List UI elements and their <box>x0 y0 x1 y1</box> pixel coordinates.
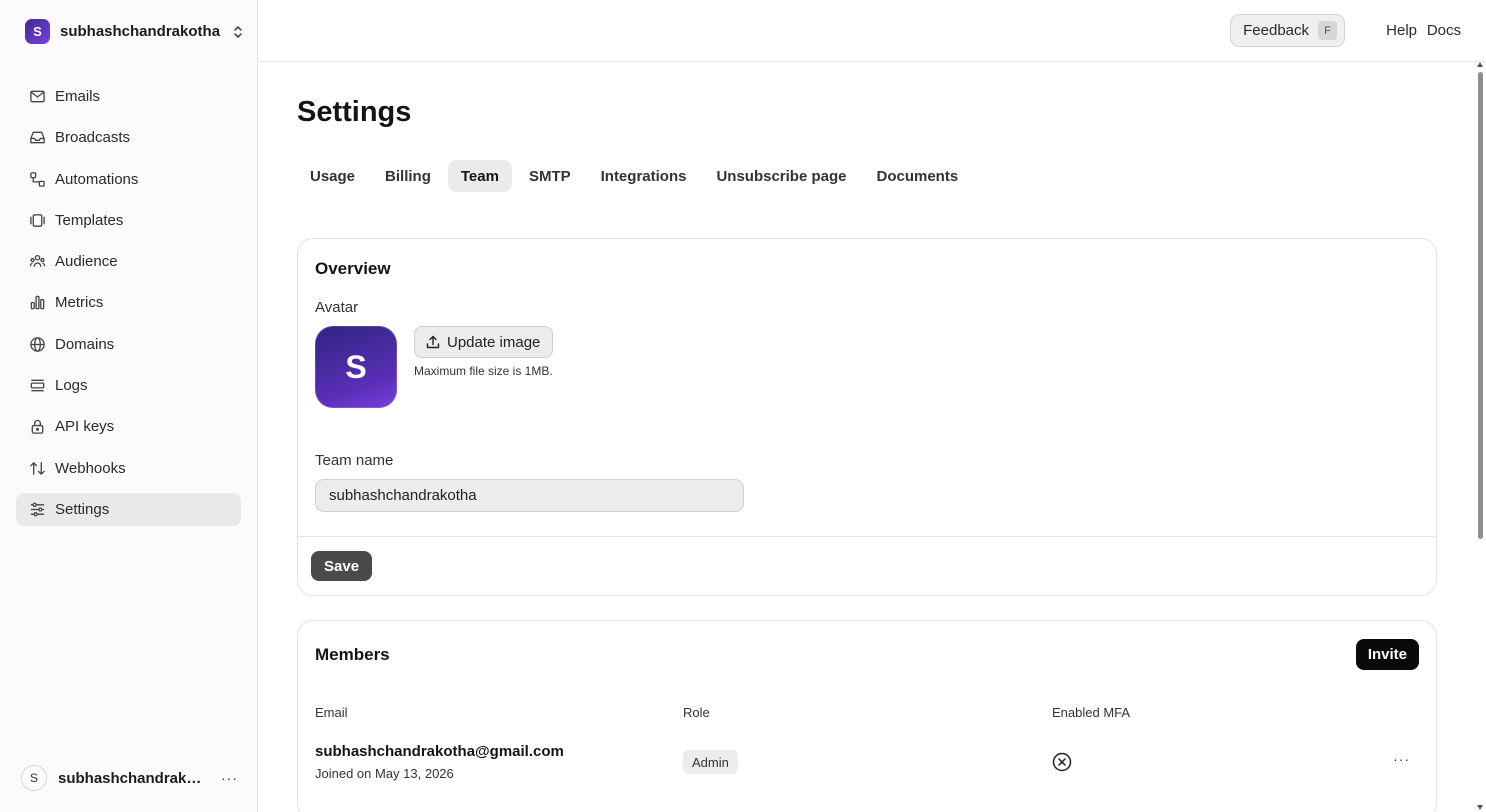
inbox-icon <box>30 131 45 144</box>
logs-icon <box>30 379 45 392</box>
arrows-up-down-icon <box>30 461 45 475</box>
sidebar-item-label: Emails <box>55 88 101 105</box>
tab-integrations[interactable]: Integrations <box>588 160 700 192</box>
feedback-label: Feedback <box>1243 22 1309 39</box>
globe-icon <box>30 337 45 352</box>
scrollbar[interactable] <box>1477 62 1484 812</box>
bar-chart-icon <box>30 296 45 310</box>
team-logo: S <box>25 19 50 44</box>
column-header-role: Role <box>683 705 710 720</box>
sidebar-item-label: Webhooks <box>55 459 126 477</box>
sidebar-item-templates[interactable]: Templates <box>16 204 241 237</box>
sidebar-item-domains[interactable]: Domains <box>16 328 241 361</box>
avatar-label: Avatar <box>315 299 359 316</box>
sidebar-item-label: Audience <box>55 253 118 271</box>
sidebar-item-label: Automations <box>55 170 139 188</box>
sidebar-item-automations[interactable]: Automations <box>16 163 241 196</box>
update-image-button[interactable]: Update image <box>414 326 554 358</box>
members-card: Members Invite Email Role Enabled MFA su… <box>297 620 1437 812</box>
sidebar-nav: Emails Broadcasts Automations Templates … <box>16 80 241 534</box>
team-avatar: S <box>315 326 397 408</box>
keyboard-shortcut: F <box>1318 21 1337 40</box>
member-joined-date: Joined on May 13, 2026 <box>315 766 454 781</box>
more-icon[interactable]: ··· <box>221 770 238 786</box>
workflow-icon <box>30 171 45 187</box>
save-button[interactable]: Save <box>311 551 373 581</box>
avatar: S <box>21 765 47 791</box>
divider <box>298 536 1436 537</box>
tab-unsubscribe-page[interactable]: Unsubscribe page <box>703 160 859 192</box>
scroll-thumb[interactable] <box>1478 72 1483 539</box>
sidebar-item-label: Metrics <box>55 294 104 312</box>
sidebar-item-label: Templates <box>55 211 124 229</box>
sidebar-item-logs[interactable]: Logs <box>16 369 241 402</box>
x-circle-icon <box>1052 752 1072 772</box>
column-header-mfa: Enabled MFA <box>1052 705 1131 720</box>
docs-link[interactable]: Docs <box>1427 22 1461 39</box>
chevron-up-down-icon <box>234 25 242 38</box>
sliders-icon <box>30 502 45 517</box>
settings-tabs: Usage Billing Team SMTP Integrations Uns… <box>297 160 971 192</box>
sidebar-item-emails[interactable]: Emails <box>16 80 241 113</box>
scroll-down-arrow-icon[interactable] <box>1477 805 1483 810</box>
tab-usage[interactable]: Usage <box>297 160 368 192</box>
role-badge: Admin <box>683 750 738 774</box>
page-title: Settings <box>297 96 412 128</box>
file-size-hint: Maximum file size is 1MB. <box>414 364 553 378</box>
overview-card: Overview Avatar S Update image Maximum f… <box>297 238 1437 596</box>
column-header-email: Email <box>315 705 348 720</box>
user-name: subhashchandrakotha <box>58 769 210 787</box>
sidebar: S subhashchandrakotha Emails Broadcasts … <box>0 0 258 812</box>
overview-title: Overview <box>315 259 391 278</box>
members-title: Members <box>315 645 390 664</box>
tab-smtp[interactable]: SMTP <box>516 160 584 192</box>
sidebar-item-webhooks[interactable]: Webhooks <box>16 452 241 485</box>
invite-button[interactable]: Invite <box>1355 639 1419 670</box>
team-switcher[interactable]: S subhashchandrakotha <box>25 19 244 44</box>
sidebar-item-label: Logs <box>55 377 88 395</box>
tab-billing[interactable]: Billing <box>372 160 444 192</box>
sidebar-item-label: API keys <box>55 418 115 436</box>
feedback-button[interactable]: Feedback F <box>1230 14 1345 47</box>
scroll-up-arrow-icon[interactable] <box>1477 62 1483 67</box>
team-name-input[interactable] <box>315 479 744 512</box>
sidebar-item-label: Settings <box>55 500 110 518</box>
tab-documents[interactable]: Documents <box>864 160 972 192</box>
sidebar-item-metrics[interactable]: Metrics <box>16 286 241 319</box>
upload-icon <box>426 335 440 349</box>
member-email: subhashchandrakotha@gmail.com <box>315 743 564 760</box>
sidebar-item-broadcasts[interactable]: Broadcasts <box>16 121 241 154</box>
tab-team[interactable]: Team <box>447 160 512 192</box>
team-name-label: Team name <box>315 452 394 469</box>
mail-icon <box>30 90 45 103</box>
row-more-icon[interactable]: ··· <box>1393 751 1410 767</box>
users-icon <box>29 255 46 267</box>
sidebar-item-label: Domains <box>55 335 115 353</box>
lock-icon <box>31 420 44 435</box>
sidebar-item-settings[interactable]: Settings <box>16 492 241 526</box>
team-name: subhashchandrakotha <box>60 23 221 40</box>
sidebar-item-api-keys[interactable]: API keys <box>16 410 241 443</box>
help-link[interactable]: Help <box>1386 22 1417 39</box>
user-menu[interactable]: S subhashchandrakotha ··· <box>21 765 241 791</box>
sidebar-item-label: Broadcasts <box>55 129 131 147</box>
update-image-label: Update image <box>447 333 541 351</box>
templates-icon <box>30 214 45 227</box>
sidebar-item-audience[interactable]: Audience <box>16 245 241 278</box>
top-bar: Feedback F Help Docs <box>259 0 1486 62</box>
